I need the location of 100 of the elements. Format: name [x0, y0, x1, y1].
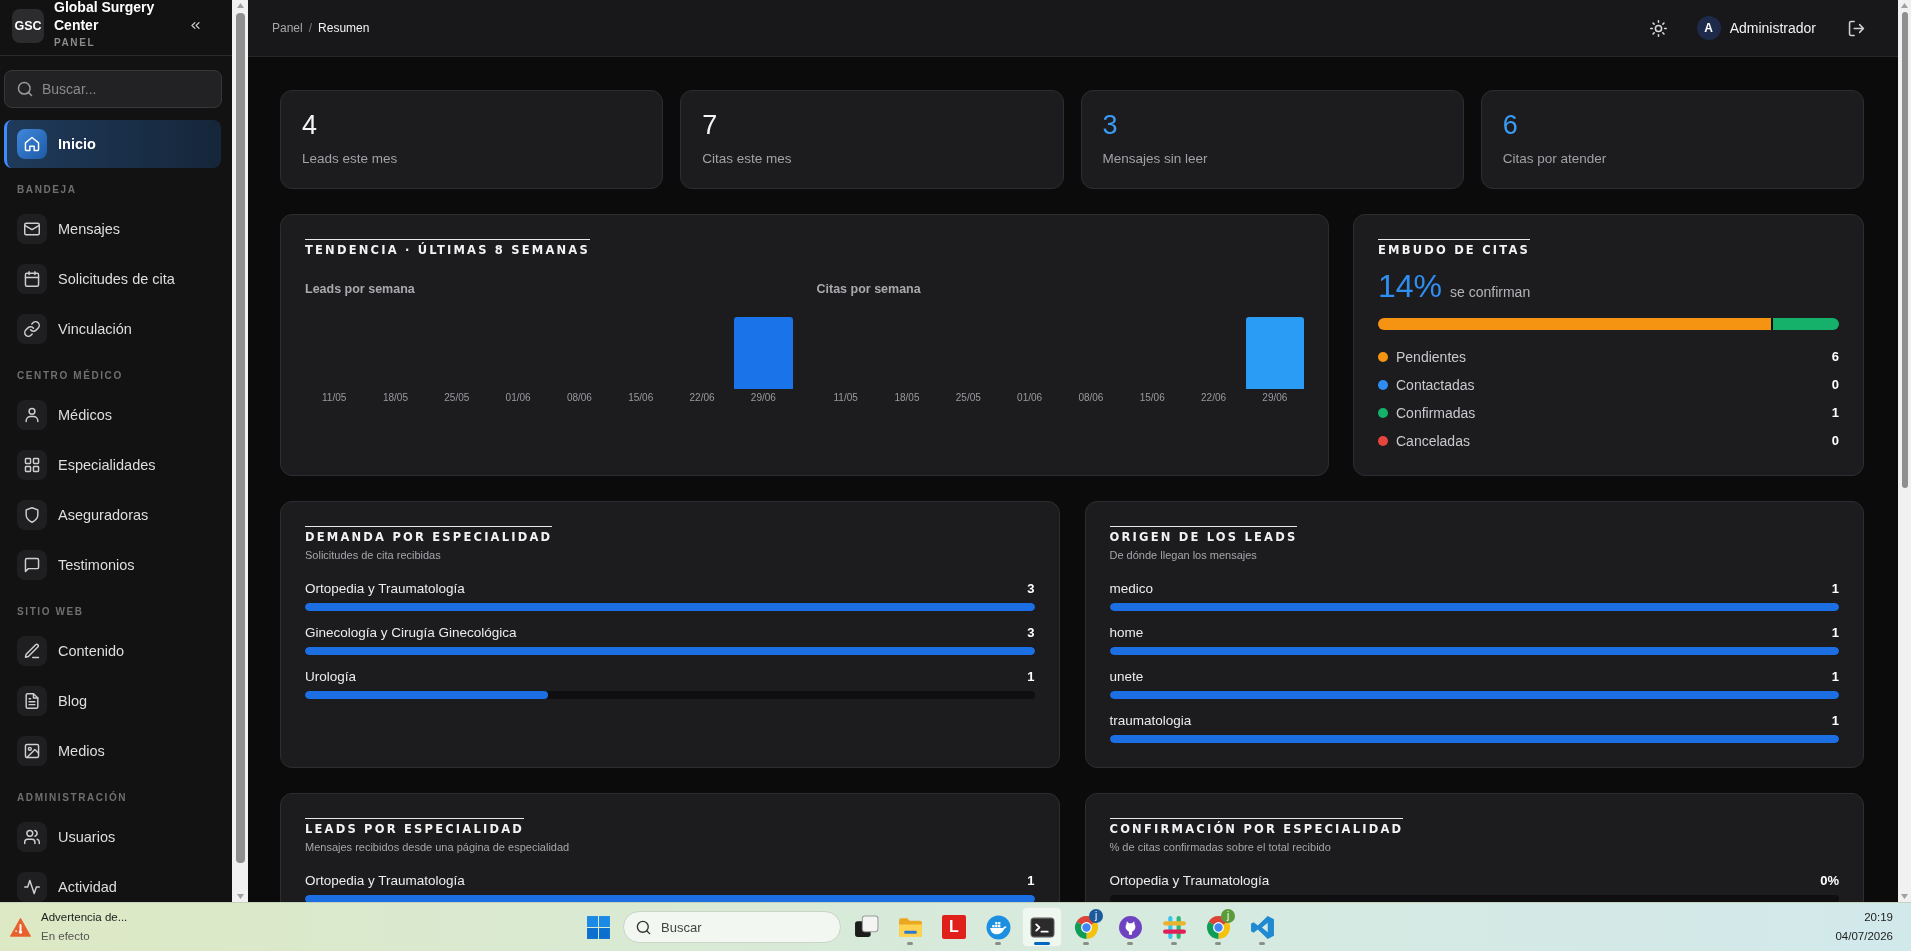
stat-value: 6 — [1502, 109, 1519, 141]
user-name[interactable]: Administrador — [1729, 20, 1816, 36]
scrollbar-thumb[interactable] — [235, 13, 245, 863]
week-label: 01/06 — [1017, 392, 1043, 404]
people-icon — [17, 822, 47, 852]
image-icon — [17, 736, 47, 766]
nav-item[interactable]: Especialidades — [4, 440, 221, 490]
warning-triangle-icon[interactable] — [9, 916, 32, 938]
nav-item[interactable]: Solicitudes de cita — [4, 254, 221, 304]
pulse-line-icon — [17, 872, 47, 902]
nav-item[interactable]: Actividad — [4, 862, 221, 902]
row-value: 1 — [1831, 712, 1839, 730]
sun-icon[interactable] — [1649, 19, 1667, 37]
scroll-down-arrow-icon[interactable] — [236, 894, 244, 899]
week-label: 22/06 — [1201, 392, 1227, 404]
scroll-down-arrow-icon[interactable] — [1901, 894, 1908, 899]
scrollbar[interactable] — [1898, 0, 1911, 902]
row-label: Ortopedia y Traumatología — [305, 580, 465, 598]
week-label: 08/06 — [566, 392, 592, 404]
shield-icon — [17, 500, 47, 530]
taskbar-button[interactable]: j — [1066, 907, 1106, 947]
nav-item[interactable]: Inicio — [4, 120, 221, 168]
ribbon-icon — [1249, 914, 1275, 940]
week-label: 11/05 — [322, 392, 347, 404]
card-subtitle: Mensajes recibidos desde una página de especialidad — [305, 840, 571, 854]
nav-item[interactable]: Testimonios — [4, 540, 221, 590]
scroll-up-arrow-icon[interactable] — [1901, 3, 1908, 8]
taskbar-button[interactable]: L — [934, 907, 974, 947]
clock-time[interactable]: 20:19 — [1864, 908, 1893, 927]
week-label: 22/06 — [689, 392, 715, 404]
hash-icon — [1161, 914, 1187, 940]
stat-label: Leads este mes — [302, 150, 399, 168]
legend-label: Confirmadas — [1396, 404, 1476, 423]
card-subtitle: % de citas confirmadas sobre el total recibido — [1109, 840, 1332, 854]
breadcrumb-link[interactable]: Panel — [272, 21, 303, 35]
brand-name: Global Surgery Center — [54, 0, 156, 34]
week-label: 15/06 — [1139, 392, 1165, 404]
stat-value: 4 — [302, 109, 319, 141]
nav-item[interactable]: Blog — [4, 676, 221, 726]
week-label: 25/05 — [444, 392, 470, 404]
user-avatar[interactable]: A — [1696, 16, 1721, 40]
legend-count: 0 — [1831, 432, 1839, 450]
row-value: 3 — [1027, 624, 1035, 642]
card-title: EMBUDO DE CITAS — [1378, 239, 1530, 257]
nav-item[interactable]: Usuarios — [4, 812, 221, 862]
week-label: 01/06 — [505, 392, 531, 404]
stat-label: Citas este mes — [702, 150, 793, 168]
chart-title: Citas por semana — [816, 281, 922, 297]
row-value: 1 — [1831, 624, 1839, 642]
week-label: 11/05 — [833, 392, 858, 404]
pencil-icon — [17, 636, 47, 666]
scrollbar-thumb[interactable] — [1901, 12, 1908, 488]
house-icon — [17, 129, 47, 159]
row-value: 1 — [1027, 872, 1035, 890]
card-subtitle: De dónde llegan los mensajes — [1109, 548, 1258, 562]
legend-count: 6 — [1831, 348, 1839, 366]
nav-section-title: BANDEJA — [17, 183, 78, 197]
logo: GSC — [12, 8, 44, 43]
rate-caption: se confirman — [1450, 283, 1531, 301]
cat-icon — [1117, 914, 1143, 940]
nav-item[interactable]: Mensajes — [4, 204, 221, 254]
stat-label: Mensajes sin leer — [1102, 150, 1209, 168]
card-subtitle: Solicitudes de cita recibidas — [305, 548, 442, 562]
legend-label: Pendientes — [1396, 348, 1467, 367]
weather-title[interactable]: Advertencia de... — [41, 908, 128, 927]
nav-item[interactable]: Médicos — [4, 390, 221, 440]
scrollbar[interactable] — [232, 0, 248, 902]
scroll-up-arrow-icon[interactable] — [236, 3, 244, 8]
search-field[interactable]: Buscar... — [4, 70, 222, 108]
card-title: DEMANDA POR ESPECIALIDAD — [305, 526, 553, 544]
legend-label: Canceladas — [1396, 432, 1470, 451]
profile-avatar: j — [1089, 909, 1103, 923]
nav-item[interactable]: Medios — [4, 726, 221, 776]
row-value: 1 — [1027, 668, 1035, 686]
row-label: Ortopedia y Traumatología — [1109, 872, 1270, 890]
speech-bubble-icon — [17, 550, 47, 580]
clock-date[interactable]: 04/07/2026 — [1835, 927, 1893, 946]
stat-value: 7 — [702, 109, 719, 141]
week-label: 18/05 — [894, 392, 920, 404]
week-label: 29/06 — [750, 392, 776, 404]
logout-icon[interactable] — [1848, 19, 1865, 37]
nav-item[interactable]: Contenido — [4, 626, 221, 676]
breadcrumb-current: Resumen — [318, 21, 370, 35]
taskbar-search-field[interactable]: Buscar — [623, 911, 841, 943]
row-value: 1 — [1831, 580, 1839, 598]
taskbar-button[interactable] — [1022, 907, 1062, 947]
row-value: 0% — [1820, 872, 1839, 890]
nav-item[interactable]: Aseguradoras — [4, 490, 221, 540]
calendar-icon — [17, 264, 47, 294]
nav-item[interactable]: Vinculación — [4, 304, 221, 354]
legend-count: 1 — [1831, 404, 1839, 422]
breadcrumb-separator: / — [308, 21, 313, 35]
profile-avatar: j — [1221, 909, 1235, 923]
legend-count: 0 — [1831, 376, 1839, 394]
week-label: 18/05 — [382, 392, 408, 404]
double-chevron-left-icon[interactable] — [189, 19, 202, 32]
brand-subtitle: PANEL — [54, 35, 97, 50]
row-label: Ginecología y Cirugía Ginecológica — [305, 624, 517, 642]
card-title: CONFIRMACIÓN POR ESPECIALIDAD — [1109, 818, 1404, 836]
stat-value: 3 — [1102, 109, 1119, 141]
